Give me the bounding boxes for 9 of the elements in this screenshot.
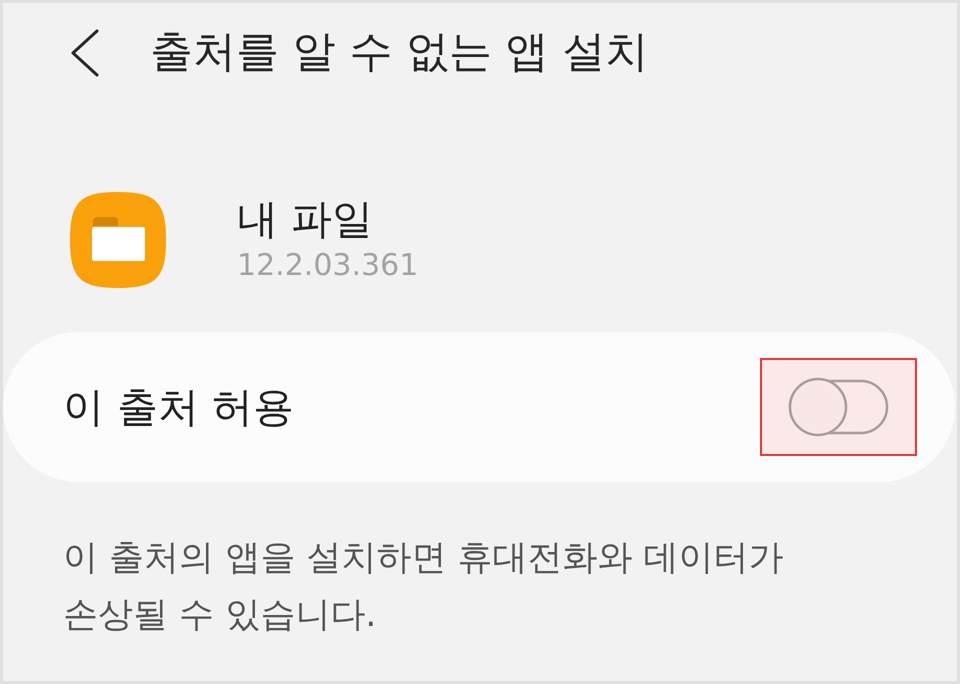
page-title: 출처를 알 수 없는 앱 설치 (150, 27, 648, 79)
setting-label: 이 출처 허용 (63, 382, 294, 432)
app-version: 12.2.03.361 (237, 247, 418, 286)
warning-text: 이 출처의 앱을 설치하면 휴대전화와 데이터가 손상될 수 있습니다. (63, 537, 785, 637)
back-button[interactable] (70, 28, 100, 78)
back-icon (71, 29, 99, 77)
toggle-switch[interactable] (788, 377, 889, 437)
app-name: 내 파일 (237, 194, 374, 244)
folder-icon (70, 192, 166, 288)
